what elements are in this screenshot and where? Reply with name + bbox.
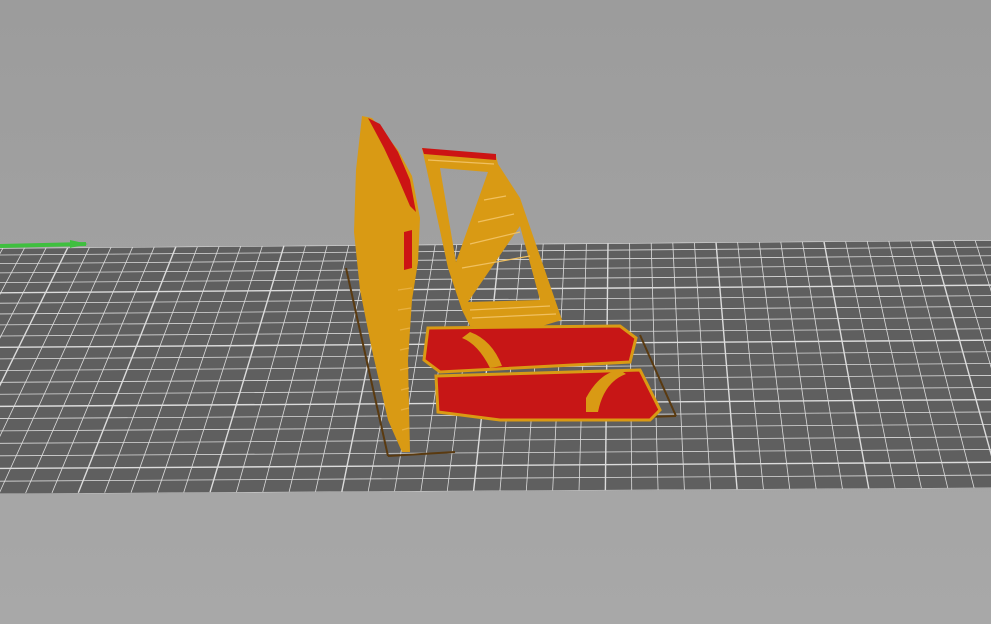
scene-canvas[interactable] <box>0 0 991 624</box>
front-flat-part[interactable] <box>434 368 662 422</box>
3d-viewport[interactable] <box>0 0 991 624</box>
